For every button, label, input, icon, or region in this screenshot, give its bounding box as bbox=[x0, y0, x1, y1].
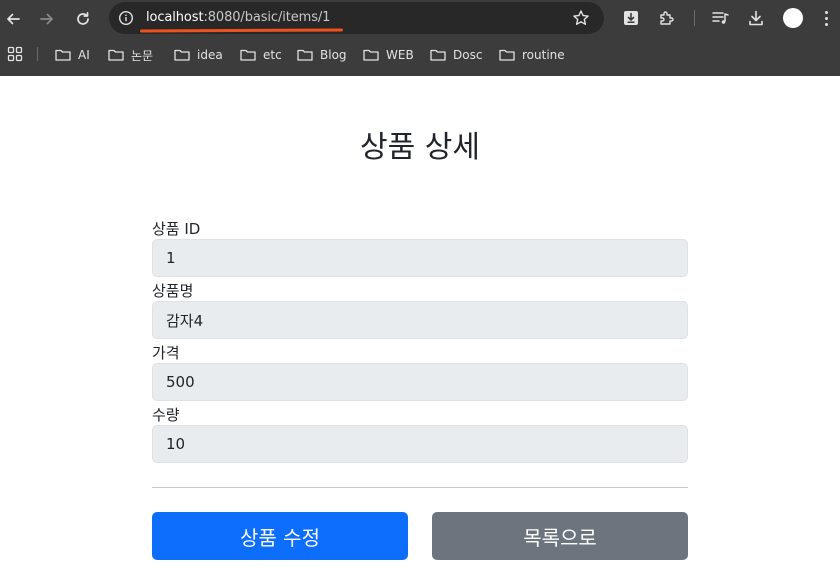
profile-avatar[interactable] bbox=[783, 8, 803, 28]
media-controls-button[interactable] bbox=[710, 8, 730, 28]
bookmark-label: AI bbox=[78, 48, 90, 62]
apps-grid-icon[interactable] bbox=[7, 46, 23, 62]
download-box-icon bbox=[624, 11, 638, 25]
bookmark-label: idea bbox=[197, 48, 223, 62]
browser-menu-icon[interactable] bbox=[818, 8, 834, 28]
bookmark-label: WEB bbox=[386, 48, 414, 62]
bookmark-star-icon[interactable] bbox=[572, 9, 590, 27]
puzzle-icon bbox=[660, 11, 674, 25]
bookmark-label: etc bbox=[263, 48, 282, 62]
bookmark-folder-papers[interactable]: 논문 bbox=[108, 44, 153, 66]
folder-icon bbox=[499, 49, 515, 61]
back-to-list-button[interactable]: 목록으로 bbox=[432, 512, 688, 560]
bookmark-folder-web[interactable]: WEB bbox=[363, 44, 414, 66]
folder-icon bbox=[55, 49, 71, 61]
folder-icon bbox=[297, 49, 313, 61]
back-button[interactable] bbox=[2, 8, 24, 30]
forward-button[interactable] bbox=[36, 8, 58, 30]
folder-icon bbox=[108, 49, 124, 61]
bookmark-folder-dosc[interactable]: Dosc bbox=[430, 44, 482, 66]
arrow-right-icon bbox=[40, 13, 53, 25]
url-text[interactable]: localhost:8080/basic/items/1 bbox=[146, 10, 330, 26]
extension-download-button[interactable] bbox=[621, 8, 641, 28]
item-name-label: 상품명 bbox=[152, 282, 194, 300]
browser-chrome: localhost:8080/basic/items/1 AI 논문 idea … bbox=[0, 0, 840, 76]
reload-button[interactable] bbox=[72, 8, 94, 30]
download-icon bbox=[749, 10, 763, 26]
bookmark-folder-blog[interactable]: Blog bbox=[297, 44, 347, 66]
bookmarks-separator bbox=[37, 47, 38, 61]
item-detail-page: 상품 상세 상품 ID 1 상품명 감자4 가격 500 수량 10 상품 수정… bbox=[0, 76, 840, 587]
divider bbox=[152, 487, 688, 488]
price-field[interactable]: 500 bbox=[152, 363, 688, 401]
playlist-music-icon bbox=[712, 12, 729, 24]
bookmark-label: routine bbox=[522, 48, 565, 62]
page-title: 상품 상세 bbox=[360, 130, 480, 165]
toolbar-separator bbox=[694, 10, 695, 26]
bookmark-label: Blog bbox=[320, 48, 347, 62]
bookmark-folder-ai[interactable]: AI bbox=[55, 44, 90, 66]
reload-icon bbox=[77, 11, 89, 25]
browser-toolbar: localhost:8080/basic/items/1 bbox=[0, 0, 840, 38]
bookmark-folder-idea[interactable]: idea bbox=[174, 44, 223, 66]
site-info-icon[interactable] bbox=[118, 10, 134, 26]
quantity-label: 수량 bbox=[152, 406, 180, 424]
url-annotation-underline bbox=[139, 28, 344, 33]
bookmarks-bar: AI 논문 idea etc Blog WEB Dosc routine bbox=[0, 40, 840, 70]
bookmark-folder-routine[interactable]: routine bbox=[499, 44, 565, 66]
folder-icon bbox=[174, 49, 190, 61]
extensions-button[interactable] bbox=[657, 8, 677, 28]
downloads-button[interactable] bbox=[746, 8, 766, 28]
url-host: localhost bbox=[146, 10, 204, 25]
address-bar[interactable]: localhost:8080/basic/items/1 bbox=[109, 2, 604, 34]
bookmark-label: Dosc bbox=[453, 48, 483, 62]
item-id-field[interactable]: 1 bbox=[152, 239, 688, 277]
edit-item-button[interactable]: 상품 수정 bbox=[152, 512, 408, 560]
price-label: 가격 bbox=[152, 344, 180, 362]
bookmark-label: 논문 bbox=[131, 48, 154, 63]
folder-icon bbox=[430, 49, 446, 61]
item-name-field[interactable]: 감자4 bbox=[152, 301, 688, 339]
folder-icon bbox=[240, 49, 256, 61]
url-path: :8080/basic/items/1 bbox=[203, 10, 331, 25]
arrow-left-icon bbox=[7, 13, 20, 25]
item-id-label: 상품 ID bbox=[152, 220, 201, 238]
bookmark-folder-etc[interactable]: etc bbox=[240, 44, 282, 66]
folder-icon bbox=[363, 49, 379, 61]
quantity-field[interactable]: 10 bbox=[152, 425, 688, 463]
